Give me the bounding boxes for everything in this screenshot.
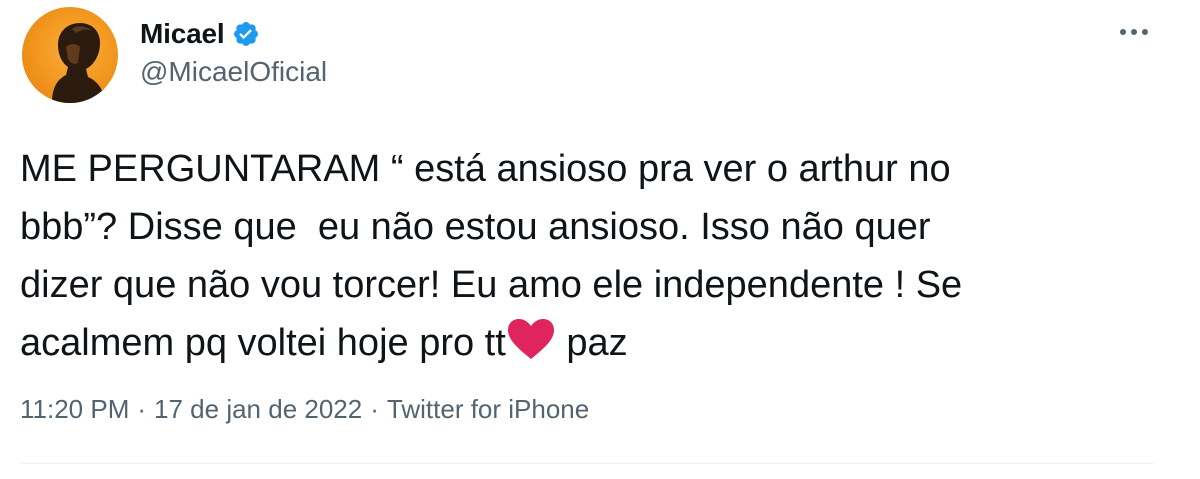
meta-separator: · [137, 394, 147, 424]
more-options-icon [1120, 29, 1148, 35]
tweet-card: Micael @MicaelOficial ME PERGUNTARAM “ e… [0, 0, 1200, 479]
author-name-row: Micael [140, 14, 260, 54]
more-options-button[interactable] [1114, 12, 1154, 52]
meta-separator: · [370, 394, 379, 424]
tweet-date[interactable]: 17 de jan de 2022 [154, 394, 362, 425]
red-heart-emoji-icon [507, 319, 554, 359]
tweet-text-line-1: ME PERGUNTARAM “ está ansioso pra ver o … [20, 148, 951, 190]
tweet-text-line-4-end: paz [555, 322, 628, 364]
tweet-text: ME PERGUNTARAM “ está ansioso pra ver o … [20, 140, 1170, 372]
author-avatar[interactable] [22, 7, 118, 103]
tweet-time[interactable]: 11:20 PM [20, 394, 129, 425]
tweet-text-line-2: bbb”? Disse que eu não estou ansioso. Is… [20, 206, 931, 248]
avatar-photo-icon [52, 23, 106, 103]
tweet-text-line-3: dizer que não vou torcer! Eu amo ele ind… [20, 264, 963, 306]
tweet-metadata: 11:20 PM · 17 de jan de 2022 · Twitter f… [20, 394, 589, 425]
author-display-name[interactable]: Micael [140, 18, 225, 50]
tweet-source[interactable]: Twitter for iPhone [387, 394, 589, 425]
author-handle[interactable]: @MicaelOficial [140, 56, 327, 88]
verified-badge-icon [234, 22, 259, 46]
tweet-text-line-4-start: acalmem pq voltei hoje pro tt [20, 322, 506, 364]
divider [20, 463, 1154, 464]
